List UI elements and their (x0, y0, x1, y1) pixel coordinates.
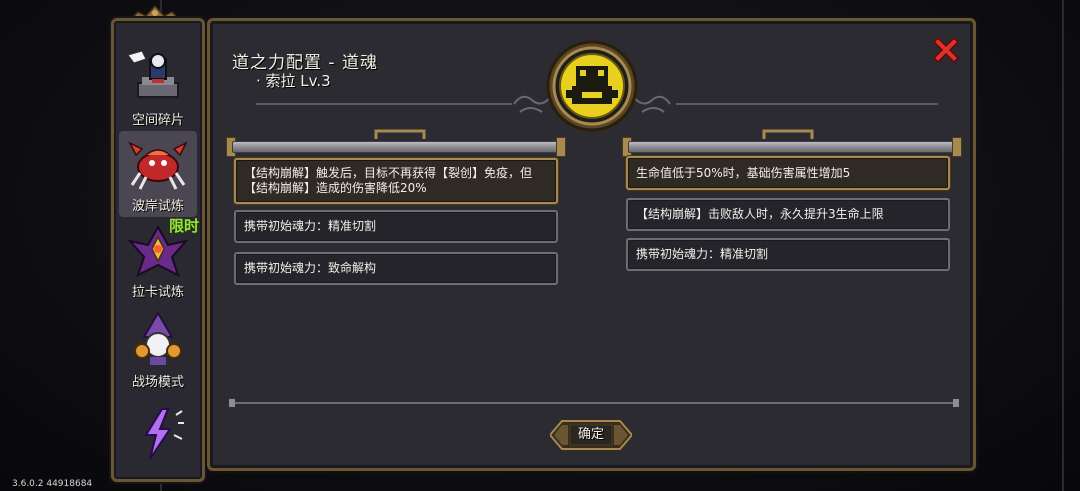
soul-effect-text: 携带初始魂力：精准切割 (244, 219, 377, 233)
limited-time-badge: 限时 (168, 217, 199, 235)
lightning-mode-icon (144, 408, 184, 460)
rail-cap (556, 137, 566, 157)
sidebar-item-label: 波岸试炼 (131, 199, 184, 214)
soul-effect-text: 【结构崩解】击败敌人时，永久提升3生命上限 (636, 207, 884, 221)
soul-effect-row[interactable]: 生命值低于50%时，基础伤害属性增加5 (626, 156, 950, 190)
soul-effect-row[interactable]: 携带初始魂力：致命解构 (234, 252, 558, 285)
sidebar-item-crab-trial[interactable]: 波岸试炼 (119, 131, 197, 217)
sidebar-item-label: 空间碎片 (131, 113, 184, 128)
close-icon[interactable] (930, 34, 962, 66)
left-column-rail (232, 141, 558, 153)
sola-soul-emblem-icon (546, 40, 638, 132)
soul-effect-text: 携带初始魂力：致命解构 (244, 261, 377, 275)
soul-effect-row[interactable]: 【结构崩解】触发后，目标不再获得【裂创】免疫，但【结构崩解】造成的伤害降低20% (234, 158, 558, 204)
sidebar-item-label: 拉卡试炼 (131, 285, 184, 300)
rail-handle (762, 129, 814, 139)
mode-sidebar[interactable]: 空间碎片 波岸试炼 限时 拉卡试炼 战场模式 (111, 18, 205, 482)
soul-effect-row[interactable]: 携带初始魂力：精准切割 (234, 210, 558, 243)
soul-level-subtitle: · 索拉 Lv.3 (256, 72, 331, 90)
soul-effect-text: 生命值低于50%时，基础伤害属性增加5 (636, 165, 851, 180)
sidebar-item-label: 战场模式 (131, 375, 184, 390)
version-label: 3.6.0.2 44918684 (12, 479, 93, 489)
crab-boss-icon (128, 141, 188, 190)
confirm-button-label: 确定 (577, 427, 604, 442)
space-fragment-icon (127, 50, 179, 98)
sidebar-item-lightning[interactable] (119, 401, 197, 479)
rail-cap (952, 137, 962, 157)
swirl-ornament-right (633, 95, 671, 113)
sidebar-item-space-fragment[interactable]: 空间碎片 (119, 45, 197, 131)
right-column-rail (628, 141, 954, 153)
bottom-divider (229, 399, 959, 407)
soul-effect-row[interactable]: 携带初始魂力：精准切割 (626, 238, 950, 271)
soul-effect-row[interactable]: 【结构崩解】击败敌人时，永久提升3生命上限 (626, 198, 950, 231)
soul-effect-text: 【结构崩解】触发后，目标不再获得【裂创】免疫，但【结构崩解】造成的伤害降低20% (244, 166, 533, 195)
header-divider-left (256, 103, 512, 105)
confirm-button[interactable]: 确定 (550, 415, 632, 455)
sidebar-item-laka-trial[interactable]: 限时 拉卡试炼 (119, 217, 199, 303)
rail-handle (374, 129, 426, 139)
battlefield-mode-icon (134, 311, 182, 365)
soul-effect-text: 携带初始魂力：精准切割 (636, 247, 769, 261)
header-divider-right (676, 103, 938, 105)
sidebar-item-battlefield[interactable]: 战场模式 (119, 307, 197, 393)
